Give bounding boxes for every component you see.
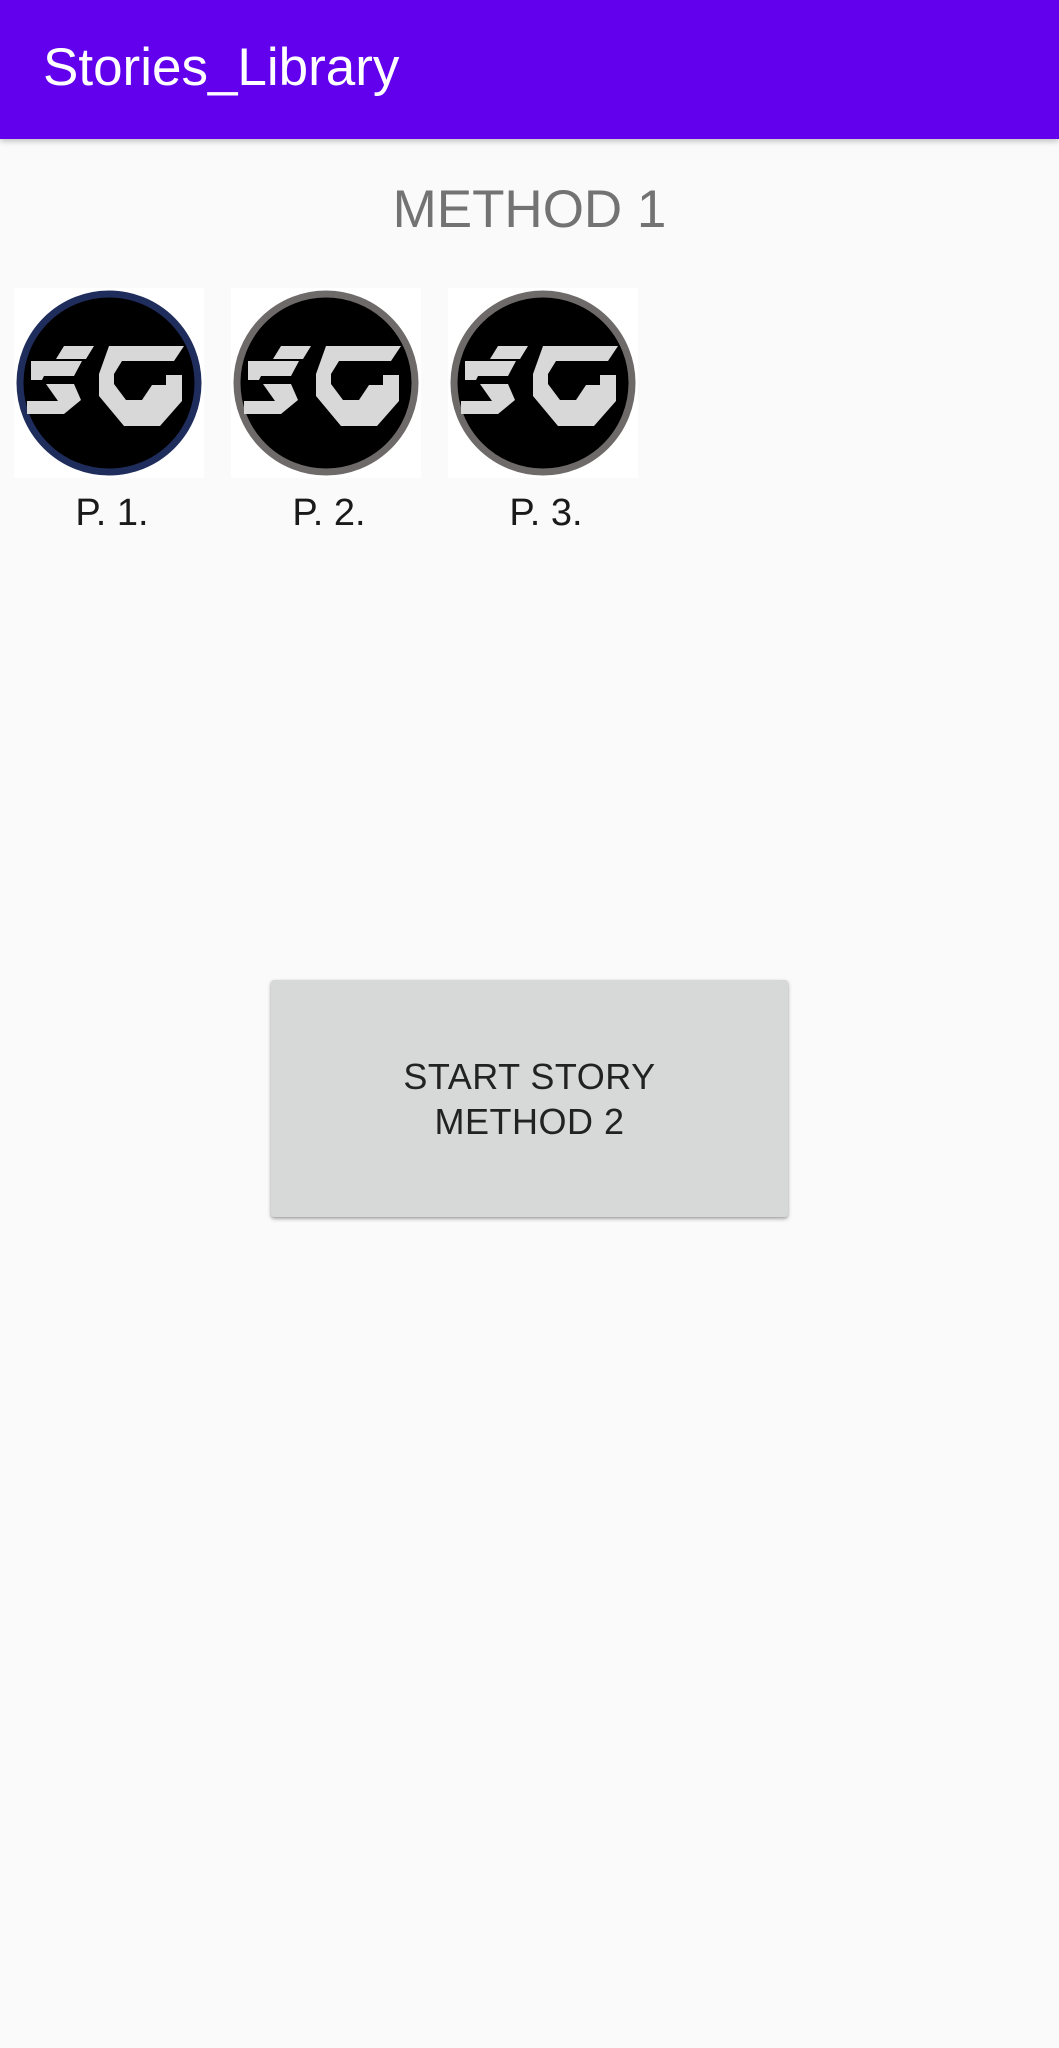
- start-story-button-label: START STORY METHOD 2: [403, 1055, 656, 1142]
- app-bar: Stories_Library: [0, 0, 1059, 139]
- method1-title: METHOD 1: [392, 180, 667, 239]
- app-title: Stories_Library: [43, 38, 400, 97]
- story-thumb[interactable]: [14, 288, 204, 478]
- story-thumb[interactable]: [231, 288, 421, 478]
- sg-logo-icon: [450, 290, 636, 476]
- start-story-method2-button[interactable]: START STORY METHOD 2: [271, 980, 788, 1217]
- sg-logo-icon: [233, 290, 419, 476]
- story-thumb[interactable]: [448, 288, 638, 478]
- story-label: P. 1.: [75, 492, 149, 534]
- story-label: P. 2.: [292, 492, 366, 534]
- story-label: P. 3.: [509, 492, 583, 534]
- sg-logo-icon: [16, 290, 202, 476]
